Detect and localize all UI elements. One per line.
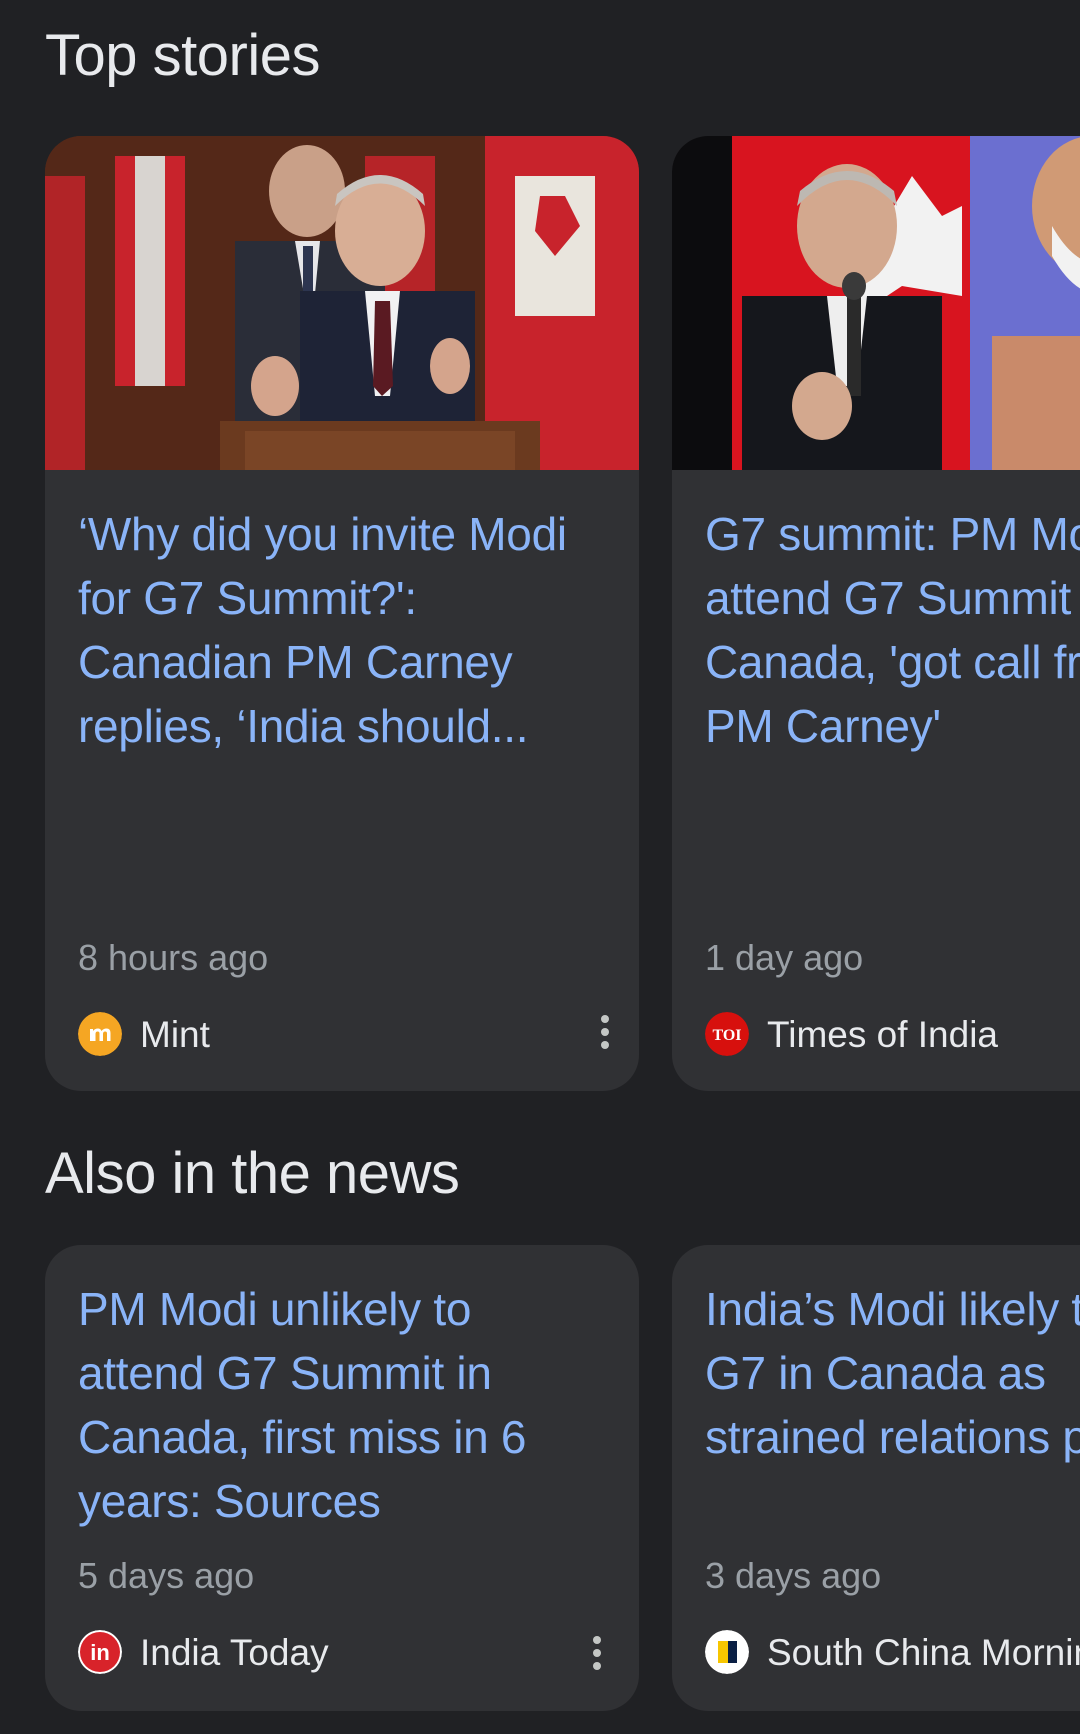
scmp-logo-icon (705, 1630, 749, 1674)
story-headline[interactable]: G7 summit: PM Modi to attend G7 Summit i… (705, 502, 1080, 758)
story-card[interactable]: G7 summit: PM Modi to attend G7 Summit i… (672, 136, 1080, 1091)
source-name: Times of India (767, 1013, 998, 1055)
more-options-button[interactable] (577, 1623, 617, 1683)
svg-text:in: in (90, 1640, 110, 1665)
source-name: South China Morning Post (767, 1631, 1080, 1673)
story-source: TOI Times of India (705, 1012, 998, 1056)
news-page: Top stories ‘Why did you invite Modi for… (0, 0, 1080, 1734)
top-stories-carousel[interactable]: ‘Why did you invite Modi for G7 Summit?'… (45, 136, 1080, 1091)
story-headline[interactable]: India’s Modi likely to skip G7 in Canada… (705, 1277, 1080, 1469)
mint-logo-icon (78, 1012, 122, 1056)
story-timestamp: 5 days ago (78, 1555, 255, 1596)
story-timestamp: 3 days ago (705, 1555, 882, 1596)
source-name: India Today (140, 1631, 329, 1673)
more-vert-icon (601, 1015, 609, 1049)
story-card[interactable]: India’s Modi likely to skip G7 in Canada… (672, 1245, 1080, 1711)
story-image-carney-modi[interactable] (672, 136, 1080, 470)
story-timestamp: 8 hours ago (78, 937, 269, 978)
svg-text:TOI: TOI (712, 1027, 741, 1044)
story-timestamp: 1 day ago (705, 937, 864, 978)
story-source: South China Morning Post (705, 1630, 1080, 1674)
story-card[interactable]: ‘Why did you invite Modi for G7 Summit?'… (45, 136, 639, 1091)
section-title-also-in-the-news: Also in the news (45, 1141, 460, 1206)
also-in-news-carousel[interactable]: PM Modi unlikely to attend G7 Summit in … (45, 1245, 1080, 1711)
story-source: Mint (78, 1012, 210, 1056)
story-card[interactable]: PM Modi unlikely to attend G7 Summit in … (45, 1245, 639, 1711)
story-headline[interactable]: PM Modi unlikely to attend G7 Summit in … (78, 1277, 609, 1533)
more-options-button[interactable] (585, 1002, 625, 1062)
story-headline[interactable]: ‘Why did you invite Modi for G7 Summit?'… (78, 502, 609, 758)
section-title-top-stories: Top stories (45, 23, 320, 88)
source-name: Mint (140, 1013, 210, 1055)
india-today-logo-icon: in (78, 1630, 122, 1674)
story-image-carney-podium[interactable] (45, 136, 639, 470)
more-vert-icon (593, 1636, 601, 1670)
toi-logo-icon: TOI (705, 1012, 749, 1056)
story-source: in India Today (78, 1630, 329, 1674)
